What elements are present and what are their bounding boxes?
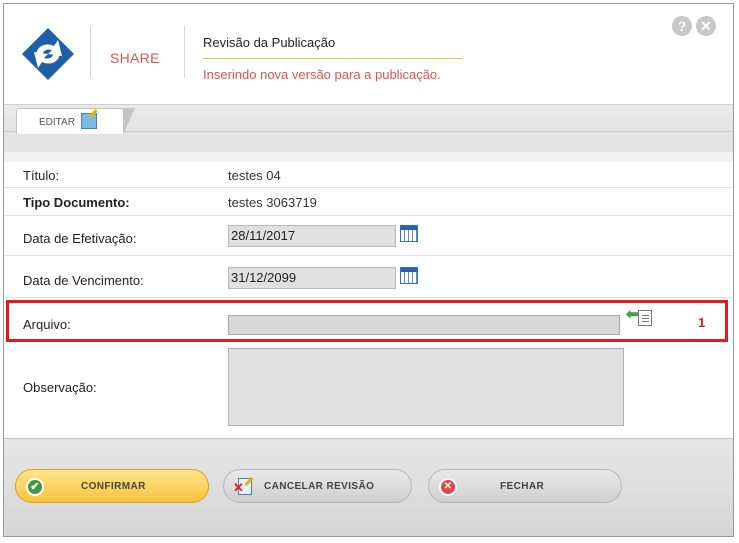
form-top-shade — [4, 152, 733, 162]
close-label: FECHAR — [500, 481, 545, 492]
row-data-vencimento: Data de Vencimento: 31/12/2099 — [4, 256, 733, 298]
x-icon: ✕ — [233, 480, 245, 495]
calendar-icon[interactable] — [400, 267, 418, 284]
tipo-documento-value: testes 3063719 — [228, 195, 317, 210]
tab-label: EDITAR — [39, 117, 75, 128]
data-efetivacao-label: Data de Efetivação: — [23, 231, 137, 246]
dialog-title: Revisão da Publicação — [203, 35, 336, 50]
share-logo-icon — [22, 28, 74, 80]
check-icon: ✔ — [26, 478, 44, 496]
close-circle-icon: ✕ — [439, 478, 457, 496]
publication-form: Título: testes 04 Tipo Documento: testes… — [4, 152, 733, 438]
revision-dialog: SHARE Revisão da Publicação Inserindo no… — [3, 3, 734, 537]
header-divider — [90, 26, 91, 78]
confirm-label: CONFIRMAR — [81, 481, 146, 492]
cancel-revision-button[interactable]: ✕ CANCELAR REVISÃO — [223, 469, 412, 503]
dialog-footer: ✔ CONFIRMAR ✕ CANCELAR REVISÃO ✕ FECHAR — [4, 438, 733, 536]
data-vencimento-input[interactable]: 31/12/2099 — [228, 267, 396, 289]
titulo-value: testes 04 — [228, 168, 281, 183]
tab-bar: EDITAR — [4, 104, 733, 153]
close-icon[interactable]: ✕ — [696, 16, 716, 36]
edit-icon — [81, 113, 97, 129]
header-divider — [184, 26, 185, 78]
dialog-header: SHARE Revisão da Publicação Inserindo no… — [4, 4, 733, 104]
tab-editar[interactable]: EDITAR — [16, 108, 135, 135]
cancel-edit-icon: ✕ — [233, 476, 254, 496]
row-tipo-documento: Tipo Documento: testes 3063719 — [4, 188, 733, 216]
close-button[interactable]: ✕ FECHAR — [428, 469, 622, 503]
help-icon[interactable]: ? — [672, 16, 692, 36]
confirm-button[interactable]: ✔ CONFIRMAR — [15, 469, 209, 503]
tipo-documento-label: Tipo Documento: — [23, 195, 130, 210]
dialog-subtitle: Inserindo nova versão para a publicação. — [203, 67, 441, 82]
observacao-label: Observação: — [23, 380, 97, 395]
titulo-label: Título: — [23, 168, 60, 183]
cancel-label: CANCELAR REVISÃO — [264, 481, 375, 492]
data-efetivacao-input[interactable]: 28/11/2017 — [228, 225, 396, 247]
calendar-icon[interactable] — [400, 225, 418, 242]
observacao-textarea[interactable] — [228, 348, 624, 426]
annotation-marker: 1 — [698, 315, 706, 330]
tab-strip — [4, 131, 733, 153]
data-vencimento-label: Data de Vencimento: — [23, 273, 144, 288]
row-titulo: Título: testes 04 — [4, 162, 733, 188]
brand-name: SHARE — [110, 50, 160, 66]
row-data-efetivacao: Data de Efetivação: 28/11/2017 — [4, 216, 733, 256]
arquivo-highlight-box — [6, 300, 728, 342]
title-underline — [203, 58, 463, 59]
